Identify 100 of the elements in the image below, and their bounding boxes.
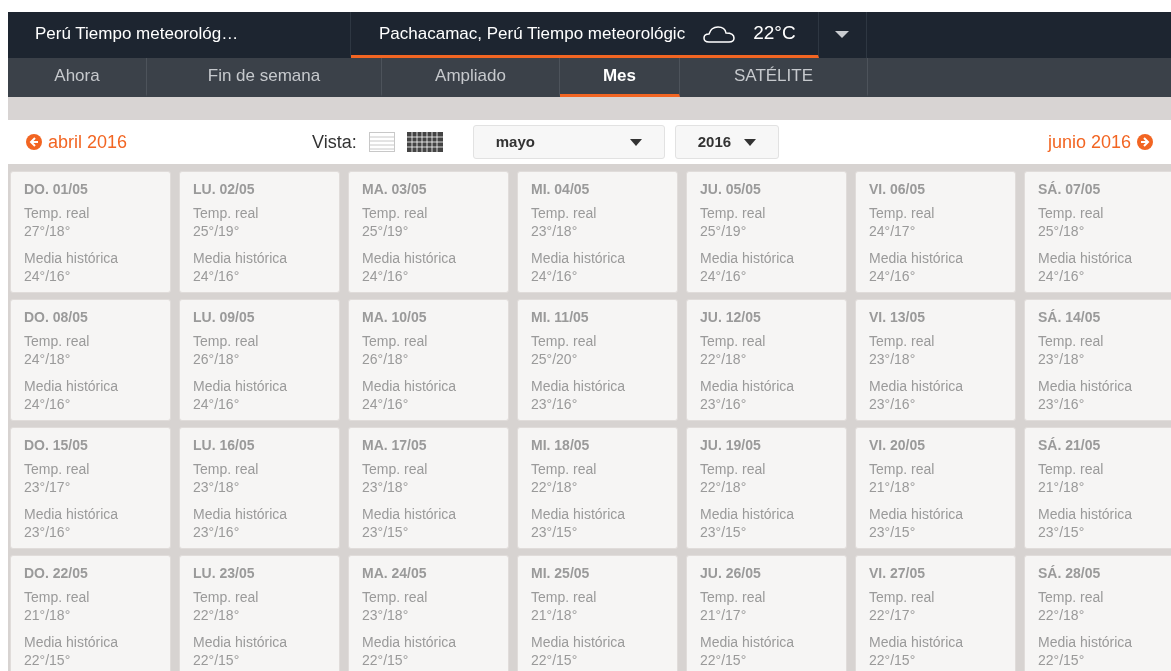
- average-label: Media histórica: [24, 633, 120, 651]
- temp-label: Temp. real: [362, 460, 429, 478]
- temp-label: Temp. real: [193, 204, 260, 222]
- day-date: JU. 05/05: [700, 180, 762, 198]
- temp-value: 21°/18°: [869, 478, 917, 496]
- day-date: MA. 10/05: [362, 308, 428, 326]
- average-value: 24°/16°: [24, 267, 72, 285]
- temp-value: 23°/18°: [869, 350, 917, 368]
- temp-value: 24°/17°: [869, 222, 917, 240]
- year-select[interactable]: 2016: [674, 125, 779, 159]
- temp-label: Temp. real: [362, 588, 429, 606]
- temp-label: Temp. real: [1038, 460, 1105, 478]
- temp-label: Temp. real: [531, 204, 598, 222]
- average-label: Media histórica: [1038, 633, 1134, 651]
- average-label: Media histórica: [362, 249, 458, 267]
- temp-value: 21°/18°: [24, 606, 72, 624]
- day-date: SÁ. 07/05: [1038, 180, 1102, 198]
- average-value: 23°/15°: [362, 523, 410, 541]
- temp-value: 21°/17°: [700, 606, 748, 624]
- average-value: 22°/15°: [1038, 651, 1086, 669]
- average-label: Media histórica: [24, 377, 120, 395]
- temp-value: 22°/18°: [531, 478, 579, 496]
- day-date: SÁ. 28/05: [1038, 564, 1102, 582]
- average-value: 24°/16°: [362, 267, 410, 285]
- temp-label: Temp. real: [869, 588, 936, 606]
- temp-label: Temp. real: [24, 460, 91, 478]
- average-label: Media histórica: [531, 505, 627, 523]
- temp-value: 25°/19°: [700, 222, 748, 240]
- average-value: 22°/15°: [531, 651, 579, 669]
- average-label: Media histórica: [24, 505, 120, 523]
- average-value: 24°/16°: [869, 267, 917, 285]
- temp-label: Temp. real: [1038, 588, 1105, 606]
- average-value: 22°/15°: [193, 651, 241, 669]
- average-label: Media histórica: [700, 377, 796, 395]
- temp-label: Temp. real: [869, 460, 936, 478]
- average-label: Media histórica: [1038, 249, 1134, 267]
- average-label: Media histórica: [869, 505, 965, 523]
- day-date: DO. 01/05: [24, 180, 89, 198]
- temp-value: 25°/18°: [1038, 222, 1086, 240]
- previous-month-link[interactable]: abril 2016: [26, 128, 128, 156]
- day-date: DO. 08/05: [24, 308, 89, 326]
- average-value: 23°/16°: [1038, 395, 1086, 413]
- temp-label: Temp. real: [1038, 332, 1105, 350]
- temp-value: 21°/18°: [531, 606, 579, 624]
- temp-label: Temp. real: [700, 332, 767, 350]
- average-value: 24°/16°: [24, 395, 72, 413]
- temp-value: 23°/18°: [362, 478, 410, 496]
- temp-label: Temp. real: [24, 332, 91, 350]
- day-date: VI. 27/05: [869, 564, 927, 582]
- day-date: VI. 20/05: [869, 436, 927, 454]
- temp-label: Temp. real: [531, 460, 598, 478]
- day-date: LU. 23/05: [193, 564, 256, 582]
- temp-value: 23°/18°: [531, 222, 579, 240]
- arrow-left-icon: [26, 134, 42, 150]
- temp-label: Temp. real: [193, 460, 260, 478]
- average-label: Media histórica: [531, 249, 627, 267]
- grid-icon: [406, 132, 443, 152]
- temp-value: 26°/18°: [193, 350, 241, 368]
- temp-label: Temp. real: [193, 332, 260, 350]
- temp-label: Temp. real: [531, 588, 598, 606]
- caret-icon: [743, 138, 756, 146]
- temp-value: 24°/18°: [24, 350, 72, 368]
- view-label: Vista:: [312, 130, 357, 154]
- average-label: Media histórica: [531, 377, 627, 395]
- average-value: 23°/16°: [24, 523, 72, 541]
- temp-label: Temp. real: [700, 204, 767, 222]
- temp-value: 25°/19°: [362, 222, 410, 240]
- day-date: LU. 09/05: [193, 308, 256, 326]
- day-date: VI. 06/05: [869, 180, 927, 198]
- day-date: MI. 11/05: [531, 308, 590, 326]
- average-value: 23°/15°: [869, 523, 917, 541]
- temp-label: Temp. real: [362, 332, 429, 350]
- average-label: Media histórica: [362, 633, 458, 651]
- day-date: DO. 22/05: [24, 564, 89, 582]
- average-label: Media histórica: [700, 505, 796, 523]
- average-label: Media histórica: [531, 633, 627, 651]
- temp-value: 26°/18°: [362, 350, 410, 368]
- day-date: LU. 02/05: [193, 180, 256, 198]
- average-label: Media histórica: [193, 377, 289, 395]
- temp-label: Temp. real: [24, 588, 91, 606]
- temp-label: Temp. real: [700, 460, 767, 478]
- caret-icon: [629, 138, 642, 146]
- day-date: JU. 12/05: [700, 308, 762, 326]
- average-label: Media histórica: [362, 377, 458, 395]
- average-value: 23°/16°: [531, 395, 579, 413]
- next-month-link[interactable]: junio 2016: [1047, 128, 1153, 156]
- temp-label: Temp. real: [362, 204, 429, 222]
- average-value: 23°/15°: [531, 523, 579, 541]
- month-select[interactable]: mayo: [472, 125, 665, 159]
- grid-view-button[interactable]: [406, 132, 443, 152]
- temp-value: 25°/19°: [193, 222, 241, 240]
- average-value: 23°/16°: [869, 395, 917, 413]
- average-value: 23°/16°: [700, 395, 748, 413]
- average-label: Media histórica: [869, 633, 965, 651]
- average-value: 24°/16°: [362, 395, 410, 413]
- day-date: MA. 03/05: [362, 180, 428, 198]
- temp-value: 22°/17°: [869, 606, 917, 624]
- caret-icon: [835, 31, 850, 39]
- day-date: LU. 16/05: [193, 436, 256, 454]
- temp-label: Temp. real: [24, 204, 91, 222]
